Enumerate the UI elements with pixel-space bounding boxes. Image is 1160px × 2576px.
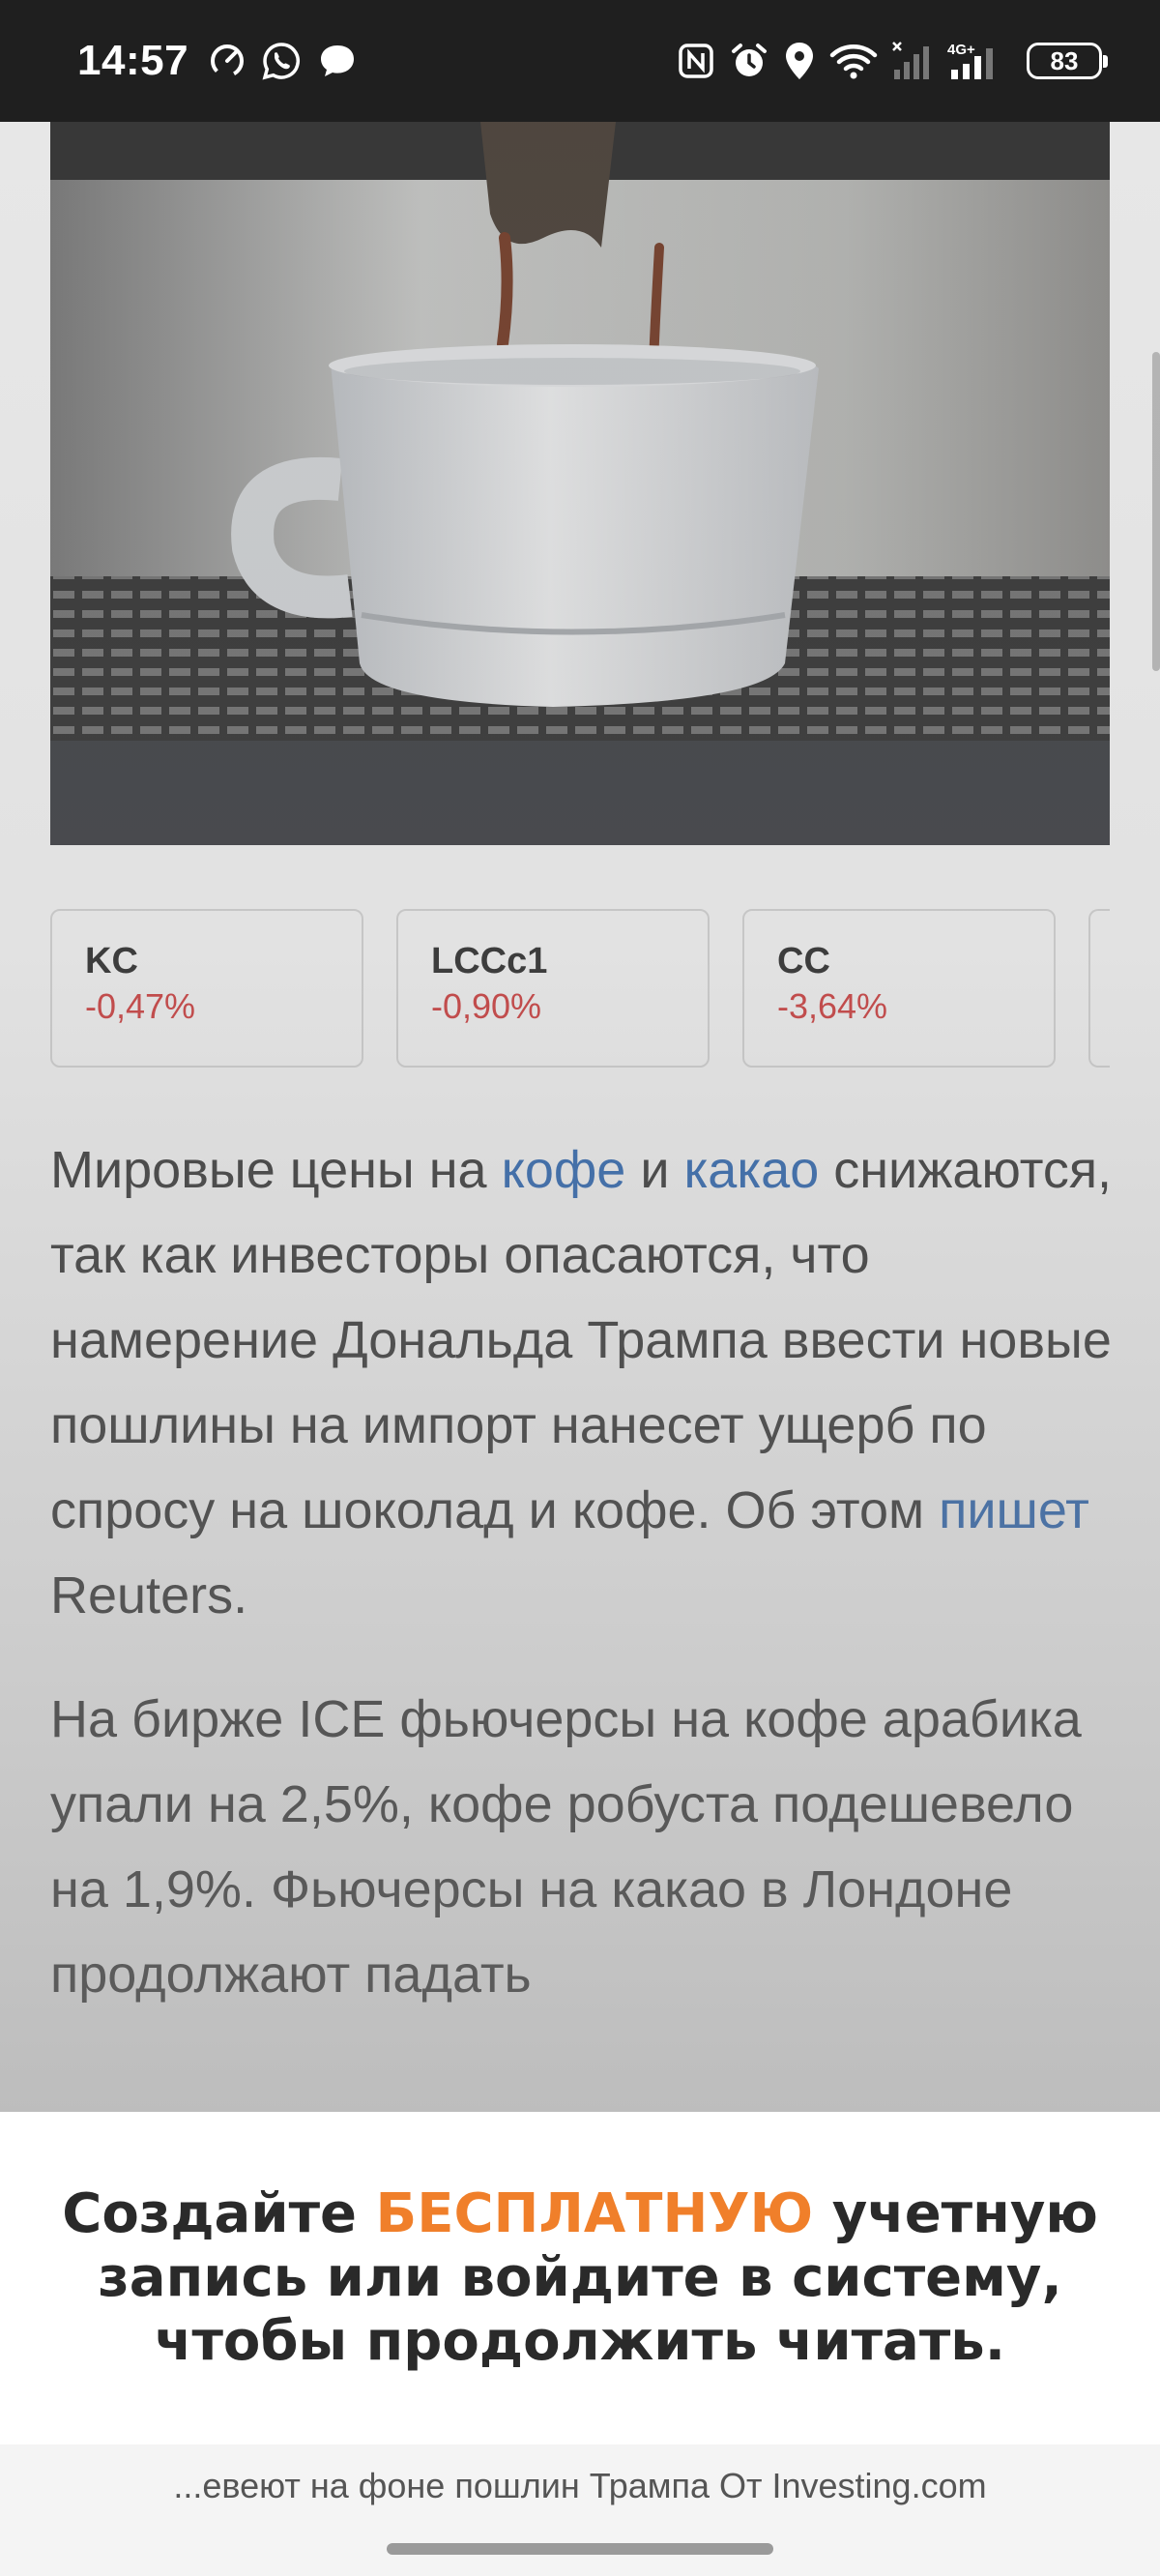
signal-icon [891,41,934,81]
ticker-card[interactable]: LCCc1 -0,90% [396,909,710,1068]
source-link[interactable]: пишет [939,1481,1089,1539]
status-right: 4G+ 83 [677,41,1108,81]
cocoa-link[interactable]: какао [684,1141,820,1199]
clock: 14:57 [77,37,189,84]
chat-bubble-icon [316,42,359,80]
page-scrollbar[interactable] [1152,352,1160,671]
ticker-card-partial[interactable] [1088,909,1110,1068]
paragraph-text: Мировые цены на [50,1141,502,1199]
ticker-symbol: KC [85,941,138,981]
signup-text-before: Создайте [62,2182,376,2245]
page-title-bar[interactable]: ...евеют на фоне пошлин Трампа От Invest… [0,2466,1160,2506]
ticker-change: -3,64% [777,986,888,1026]
ticker-card[interactable]: CC -3,64% [742,909,1056,1068]
article-paragraph: Мировые цены на кофе и какао снижаются, … [50,1127,1123,1638]
wifi-icon [829,42,878,80]
ticker-change: -0,90% [431,986,542,1026]
home-indicator[interactable] [387,2543,773,2555]
browser-url-bar[interactable]: ...евеют на фоне пошлин Трампа От Invest… [0,2444,1160,2576]
signup-message: Создайте БЕСПЛАТНУЮ учетную запись или в… [39,2182,1121,2374]
svg-text:4G+: 4G+ [947,42,975,58]
coffee-link[interactable]: кофе [502,1141,626,1199]
signup-free-highlight: БЕСПЛАТНУЮ [375,2182,814,2245]
status-left: 14:57 [77,37,359,85]
paragraph-text: и [625,1141,684,1199]
nfc-icon [677,42,715,80]
location-icon [783,41,816,81]
coffee-cup-image [50,122,1110,845]
article-content[interactable]: KC -0,47% LCCc1 -0,90% CC -3,64% Мировые… [0,122,1160,2112]
ticker-change: -0,47% [85,986,196,1026]
battery-level: 83 [1050,45,1079,75]
ticker-strip[interactable]: KC -0,47% LCCc1 -0,90% CC -3,64% [50,909,1110,1068]
ticker-symbol: LCCc1 [431,941,548,981]
signal-4g-icon: 4G+ [947,41,1007,81]
paragraph-text: Reuters. [50,1566,248,1625]
whatsapp-icon [260,40,303,82]
signup-prompt[interactable]: Создайте БЕСПЛАТНУЮ учетную запись или в… [0,2112,1160,2444]
article-body: Мировые цены на кофе и какао снижаются, … [50,1127,1123,2056]
speedometer-icon [208,42,246,80]
battery-icon: 83 [1027,43,1108,79]
paragraph-text: снижаются, так как инвесторы опасаются, … [50,1141,1113,1539]
article-paragraph: На бирже ICE фьючерсы на кофе арабика уп… [50,1690,1082,2004]
ticker-card[interactable]: KC -0,47% [50,909,363,1068]
status-bar: 14:57 4G+ 83 [0,0,1160,122]
ticker-symbol: CC [777,941,830,981]
alarm-icon [729,41,769,81]
article-hero-image [50,122,1110,845]
